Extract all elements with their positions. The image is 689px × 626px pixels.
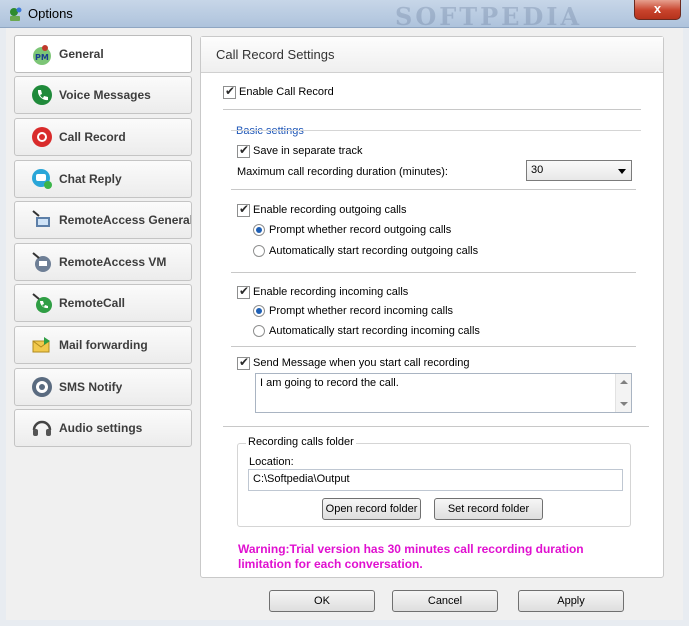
location-input[interactable]: C:\Softpedia\Output <box>248 469 623 491</box>
divider <box>231 272 636 273</box>
ok-button[interactable]: OK <box>269 590 375 612</box>
divider <box>223 426 649 427</box>
svg-text:PM: PM <box>35 53 49 62</box>
chevron-down-icon <box>618 169 626 174</box>
enable-call-record-checkbox[interactable] <box>223 84 236 99</box>
sidebar-item-label: Chat Reply <box>59 172 122 186</box>
mail-forward-icon <box>32 337 50 353</box>
app-icon <box>10 7 22 21</box>
remote-vm-icon <box>32 252 51 272</box>
pm-icon: PM <box>33 45 51 65</box>
max-duration-value: 30 <box>531 164 544 176</box>
sidebar-item-label: Call Record <box>59 130 126 144</box>
enable-incoming-checkbox[interactable] <box>237 284 250 299</box>
textarea-scrollbar[interactable] <box>615 374 631 412</box>
headset-icon <box>32 420 52 436</box>
sidebar-item-label: SMS Notify <box>59 380 123 394</box>
prompt-incoming-label: Prompt whether record incoming calls <box>269 305 454 317</box>
auto-incoming-radio[interactable] <box>253 325 265 337</box>
send-message-checkbox[interactable] <box>237 355 250 370</box>
prompt-outgoing-label: Prompt whether record outgoing calls <box>269 224 452 236</box>
scroll-down-icon[interactable] <box>620 402 628 406</box>
basic-settings-heading: Basic settings <box>236 125 304 137</box>
softpedia-watermark: SOFTPEDIA <box>395 2 583 31</box>
location-label: Location: <box>249 456 294 468</box>
sidebar-item-mail-forwarding[interactable]: Mail forwarding <box>14 326 192 364</box>
sidebar-item-label: Audio settings <box>59 421 143 435</box>
sidebar-item-remoteaccess-general[interactable]: RemoteAccess General <box>14 201 192 239</box>
auto-outgoing-label: Automatically start recording outgoing c… <box>269 245 479 257</box>
send-message-text: I am going to record the call. <box>260 377 399 389</box>
close-button[interactable]: x <box>634 0 681 20</box>
enable-outgoing-checkbox[interactable] <box>237 202 250 217</box>
open-record-folder-button[interactable]: Open record folder <box>322 498 421 520</box>
divider <box>231 346 636 347</box>
set-record-folder-button[interactable]: Set record folder <box>434 498 543 520</box>
scroll-up-icon[interactable] <box>620 380 628 384</box>
enable-call-record-label: Enable Call Record <box>239 86 334 98</box>
cancel-button[interactable]: Cancel <box>392 590 498 612</box>
sidebar-item-remoteaccess-vm[interactable]: RemoteAccess VM <box>14 243 192 281</box>
sidebar-item-voice-messages[interactable]: Voice Messages <box>14 76 192 114</box>
sidebar-item-label: RemoteAccess General <box>59 213 191 227</box>
apply-button[interactable]: Apply <box>518 590 624 612</box>
sidebar-item-label: RemoteCall <box>59 296 126 310</box>
trial-warning: Warning:Trial version has 30 minutes cal… <box>238 542 584 571</box>
prompt-outgoing-radio[interactable] <box>253 224 265 236</box>
remote-access-icon <box>32 210 50 227</box>
sms-icon <box>32 377 52 397</box>
enable-outgoing-label: Enable recording outgoing calls <box>253 204 407 216</box>
sidebar-item-remotecall[interactable]: RemoteCall <box>14 284 192 322</box>
max-duration-select[interactable]: 30 <box>526 160 632 181</box>
sidebar-item-label: Mail forwarding <box>59 338 148 352</box>
record-icon <box>32 127 52 147</box>
divider <box>231 189 636 190</box>
window-client: PM General Voice Messages Call Record Ch… <box>6 28 683 620</box>
panel-header: Call Record Settings <box>201 37 663 73</box>
location-value: C:\Softpedia\Output <box>253 473 350 485</box>
panel-title: Call Record Settings <box>216 47 335 62</box>
max-duration-label: Maximum call recording duration (minutes… <box>237 166 448 178</box>
sidebar-item-label: Voice Messages <box>59 88 151 102</box>
save-separate-track-checkbox[interactable] <box>237 143 250 158</box>
divider <box>231 130 641 131</box>
sidebar-item-chat-reply[interactable]: Chat Reply <box>14 160 192 198</box>
save-separate-track-label: Save in separate track <box>253 145 363 157</box>
sidebar-item-sms-notify[interactable]: SMS Notify <box>14 368 192 406</box>
send-message-label: Send Message when you start call recordi… <box>253 357 470 369</box>
send-message-textarea[interactable]: I am going to record the call. <box>255 373 632 413</box>
voice-message-icon <box>32 85 52 105</box>
sidebar-item-label: RemoteAccess VM <box>59 255 167 269</box>
close-icon: x <box>653 1 662 16</box>
title-bar: Options SOFTPEDIA x <box>0 0 689 31</box>
chat-icon <box>32 169 52 189</box>
recording-folder-legend: Recording calls folder <box>246 436 356 448</box>
window-title: Options <box>28 6 73 21</box>
auto-outgoing-radio[interactable] <box>253 245 265 257</box>
enable-incoming-label: Enable recording incoming calls <box>253 286 409 298</box>
call-record-settings-panel: Call Record Settings Enable Call Record … <box>200 36 664 578</box>
remote-call-icon <box>32 293 52 313</box>
sidebar-item-call-record[interactable]: Call Record <box>14 118 192 156</box>
auto-incoming-label: Automatically start recording incoming c… <box>269 325 480 337</box>
prompt-incoming-radio[interactable] <box>253 305 265 317</box>
sidebar-item-label: General <box>59 47 104 61</box>
sidebar-item-general[interactable]: PM General <box>14 35 192 73</box>
divider <box>223 109 641 110</box>
sidebar-item-audio-settings[interactable]: Audio settings <box>14 409 192 447</box>
